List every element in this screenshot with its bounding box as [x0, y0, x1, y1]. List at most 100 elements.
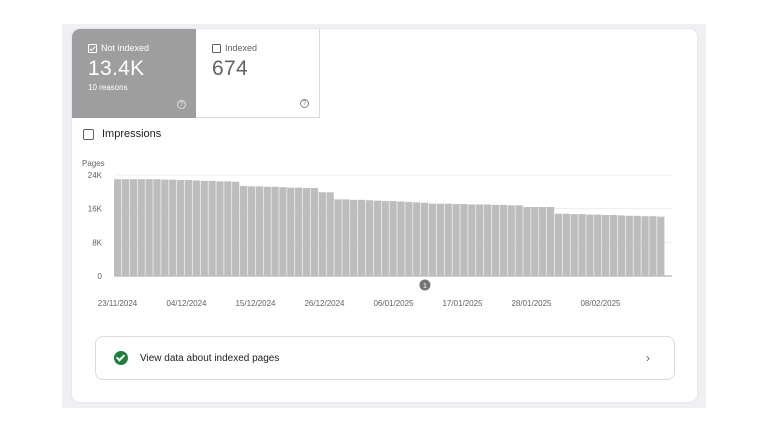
bar: [531, 206, 539, 276]
view-indexed-pages-button[interactable]: View data about indexed pages ›: [95, 336, 675, 380]
coverage-card: Not indexed 13.4K 10 reasons ? Indexed 6…: [72, 29, 697, 402]
bar: [641, 216, 649, 276]
bar: [578, 214, 586, 276]
bar: [358, 199, 366, 276]
bar: [436, 203, 444, 276]
impressions-checkbox-icon[interactable]: [83, 128, 94, 140]
bar: [153, 179, 161, 276]
bar: [373, 200, 382, 276]
x-tick-label: 17/01/2025: [442, 299, 483, 308]
impressions-label: Impressions: [102, 128, 162, 140]
not-indexed-count: 13.4K: [88, 57, 145, 80]
bar: [420, 202, 429, 276]
indexed-label: Indexed: [225, 43, 258, 53]
bar: [137, 179, 145, 276]
bar: [310, 188, 319, 276]
bar: [546, 206, 555, 276]
y-tick-label: 0: [98, 272, 103, 281]
view-indexed-pages-label: View data about indexed pages: [140, 352, 280, 364]
bar: [649, 216, 657, 276]
bar: [114, 179, 122, 276]
impressions-toggle[interactable]: Impressions: [83, 128, 161, 140]
bar: [476, 204, 484, 276]
bar: [232, 181, 240, 276]
bar: [200, 180, 208, 276]
bar: [609, 214, 618, 276]
y-tick-label: 16K: [88, 205, 103, 214]
bar: [468, 204, 476, 276]
bar: [657, 216, 665, 276]
x-tick-label: 23/11/2024: [98, 299, 138, 308]
bar: [602, 214, 610, 276]
bar: [365, 200, 374, 276]
x-tick-label: 15/12/2024: [235, 299, 276, 308]
bar: [326, 192, 334, 276]
bar: [617, 215, 626, 276]
bar: [302, 188, 311, 276]
bar: [121, 179, 130, 276]
bar: [633, 215, 641, 276]
bar: [381, 201, 389, 276]
bar: [460, 204, 468, 276]
bar: [287, 187, 295, 276]
bar: [491, 204, 500, 276]
bar: [216, 181, 224, 276]
bar: [570, 214, 578, 276]
bar: [239, 185, 248, 276]
x-tick-label: 28/01/2025: [511, 299, 552, 308]
bar: [499, 204, 507, 276]
bar: [483, 204, 492, 276]
bar: [161, 179, 169, 276]
bar: [247, 186, 256, 276]
bar: [318, 192, 326, 276]
check-circle-icon: [114, 351, 128, 365]
help-icon[interactable]: ?: [300, 99, 309, 108]
bar: [169, 179, 177, 276]
not-indexed-tile[interactable]: Not indexed 13.4K 10 reasons ?: [72, 29, 196, 118]
y-axis-title: Pages: [82, 159, 105, 168]
bar: [405, 201, 413, 276]
bar: [586, 214, 594, 276]
bar: [428, 203, 437, 276]
bar: [452, 204, 460, 276]
bar: [279, 187, 287, 276]
bar: [145, 179, 153, 276]
bar: [208, 180, 216, 276]
bar: [350, 199, 358, 276]
x-tick-label: 08/02/2025: [580, 299, 621, 308]
bar: [255, 186, 263, 276]
bar: [192, 180, 200, 276]
help-icon[interactable]: ?: [177, 100, 186, 109]
x-tick-label: 04/12/2024: [166, 299, 207, 308]
bar: [515, 205, 523, 276]
bar: [176, 180, 185, 276]
bar: [342, 199, 350, 276]
indexed-checkbox-icon[interactable]: [212, 43, 221, 53]
bar: [263, 186, 271, 276]
x-tick-label: 26/12/2024: [304, 299, 345, 308]
bar: [271, 186, 279, 276]
annotation-marker-label: 1: [423, 283, 427, 290]
bar: [224, 181, 232, 276]
bar: [334, 199, 342, 276]
bar: [184, 180, 193, 276]
not-indexed-checkbox-icon[interactable]: [88, 43, 97, 53]
bar: [625, 215, 633, 276]
not-indexed-reasons: 10 reasons: [88, 83, 128, 92]
bar: [295, 187, 303, 276]
indexed-count: 674: [212, 57, 248, 80]
bar: [413, 202, 421, 276]
bar: [397, 201, 405, 276]
bar: [507, 205, 515, 276]
y-tick-label: 24K: [88, 171, 103, 180]
indexed-tile[interactable]: Indexed 674 ?: [196, 29, 320, 118]
x-tick-label: 06/01/2025: [373, 299, 414, 308]
bar: [523, 206, 531, 276]
bar: [562, 213, 570, 276]
bar: [539, 206, 547, 276]
not-indexed-label: Not indexed: [101, 43, 150, 53]
bar: [389, 201, 397, 276]
chevron-right-icon: ›: [646, 351, 650, 365]
pages-bar-chart: Pages 24K 16K 8K 0 1 23/11/2024 04/12/2024 15/12…: [82, 159, 672, 308]
y-tick-label: 8K: [92, 238, 102, 247]
